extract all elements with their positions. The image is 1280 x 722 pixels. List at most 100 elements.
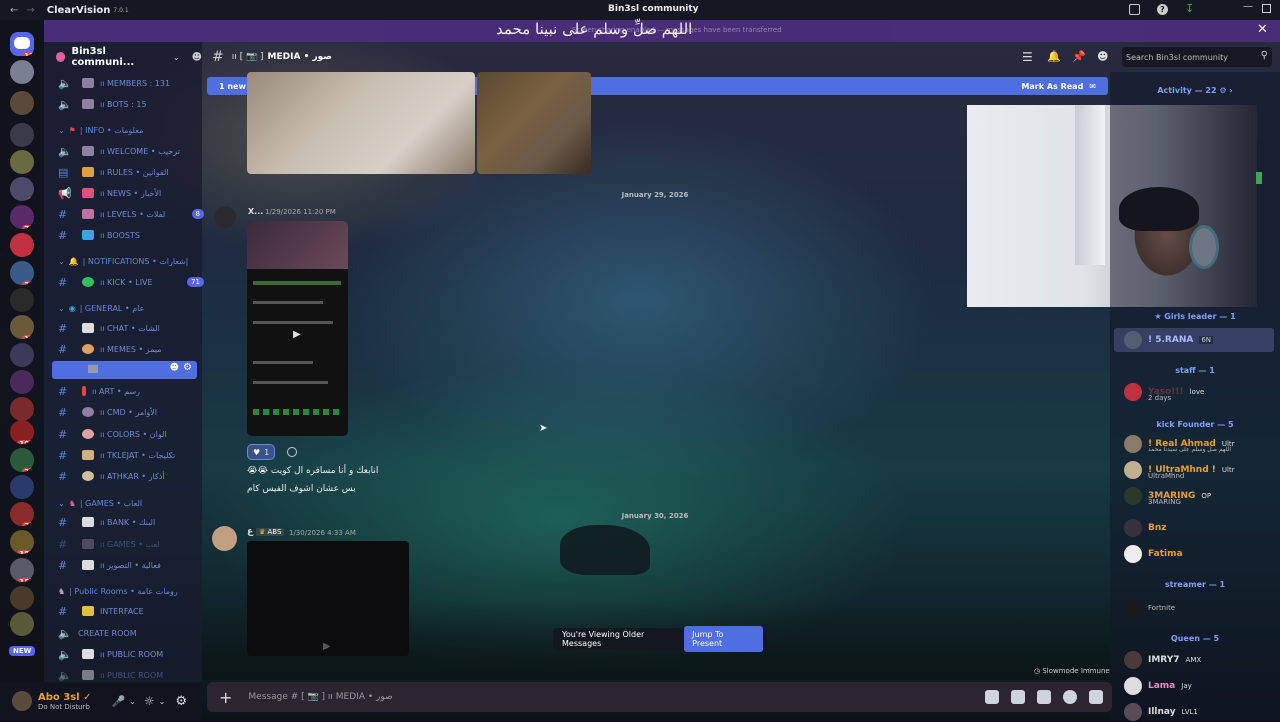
- server-icon[interactable]: 100: [10, 420, 34, 444]
- bell-icon[interactable]: 🔔: [1047, 50, 1061, 63]
- server-rail: 12 5 6 79 2 34 17 100 27 28 183 158 NEW: [0, 20, 44, 720]
- hash-icon: #: [58, 342, 68, 356]
- inbox-icon[interactable]: [1129, 4, 1140, 15]
- emoji-icon[interactable]: [1063, 690, 1078, 704]
- message-avatar[interactable]: [212, 526, 237, 551]
- message-input[interactable]: Message # [ 📷 ] ıı MEDIA • صور: [248, 692, 828, 702]
- mouse-cursor: ➤: [539, 423, 548, 434]
- reaction-heart[interactable]: ♥ 1: [247, 444, 276, 460]
- help-icon[interactable]: ?: [1157, 4, 1168, 15]
- gif-icon[interactable]: [1011, 690, 1026, 704]
- server-icon[interactable]: [10, 91, 34, 115]
- jump-to-present-button[interactable]: Jump To Present: [684, 626, 763, 652]
- microphone-icon[interactable]: 🎤: [111, 695, 125, 708]
- gift-icon[interactable]: [985, 690, 1000, 704]
- channel-label: ıı KICK • LIVE: [100, 277, 153, 287]
- server-icon[interactable]: 17: [10, 315, 34, 339]
- server-icon[interactable]: [10, 612, 34, 636]
- channel-label: ıı RULES • القوانين: [100, 167, 169, 177]
- add-member-icon[interactable]: ☻: [192, 52, 202, 63]
- server-icon[interactable]: 158: [10, 558, 34, 582]
- speaker-icon: 🔈: [58, 144, 72, 158]
- server-icon[interactable]: 27: [10, 448, 34, 472]
- mark-as-read-button[interactable]: Mark As Read ✉: [1021, 82, 1096, 91]
- attachment-video[interactable]: ▶: [247, 541, 409, 656]
- add-reaction-icon[interactable]: [287, 447, 297, 457]
- member-row[interactable]: IMRY7 AMX: [1124, 650, 1201, 670]
- gear-icon[interactable]: ⚙: [1219, 86, 1226, 95]
- search-input[interactable]: Search Bin3sl community ⚲: [1122, 47, 1272, 67]
- date-divider: January 30, 2026: [242, 507, 1068, 521]
- add-member-icon[interactable]: ☻: [170, 363, 179, 373]
- headphones-icon[interactable]: ☼: [144, 694, 155, 708]
- member-row[interactable]: Lama Jay: [1124, 676, 1192, 696]
- server-icon[interactable]: 183: [10, 530, 34, 554]
- channel-label: ıı PUBLIC ROOM: [100, 670, 164, 680]
- back-icon[interactable]: ←: [10, 5, 18, 16]
- sparkle-icon: [82, 606, 94, 616]
- member-row[interactable]: Bnz: [1124, 518, 1167, 538]
- category-public-rooms[interactable]: ♞ | Public Rooms • رومات عامة: [58, 587, 178, 596]
- server-icon[interactable]: [10, 475, 34, 499]
- apps-icon[interactable]: [1089, 690, 1104, 704]
- server-icon[interactable]: [10, 123, 34, 147]
- maximize-icon[interactable]: [1262, 4, 1271, 13]
- message-author[interactable]: X...: [248, 207, 263, 216]
- hash-icon: #: [58, 384, 68, 398]
- add-attachment-icon[interactable]: +: [219, 688, 232, 707]
- server-icon[interactable]: [10, 288, 34, 312]
- message-text: بس عشان اشوف الفيس كام: [247, 484, 356, 494]
- minimize-icon[interactable]: —: [1243, 1, 1253, 12]
- channel-emoji-icon: [82, 323, 94, 333]
- hash-icon: #: [58, 558, 68, 572]
- new-badge[interactable]: NEW: [9, 646, 36, 656]
- server-icon[interactable]: [10, 60, 34, 84]
- chevron-down-icon[interactable]: ⌄: [159, 697, 166, 706]
- member-row[interactable]: ! 5.RANA 6N: [1124, 330, 1214, 350]
- server-icon[interactable]: 28: [10, 502, 34, 526]
- category-general[interactable]: ⌄ ◉ | GENERAL • عام: [58, 304, 144, 313]
- server-icon[interactable]: 34: [10, 261, 34, 285]
- category-notifications[interactable]: ⌄ 🔔 | NOTIFICATIONS • إشعارات: [58, 257, 188, 266]
- server-icon[interactable]: [10, 343, 34, 367]
- message-avatar[interactable]: [214, 206, 236, 228]
- member-row[interactable]: Fatima: [1124, 544, 1183, 564]
- chevron-down-icon[interactable]: ⌄: [129, 697, 136, 706]
- channel-media-active[interactable]: ☻ ⚙: [52, 361, 197, 379]
- settings-gear-icon[interactable]: ⚙: [175, 694, 187, 709]
- threads-icon[interactable]: ☰: [1022, 50, 1033, 64]
- category-games[interactable]: ⌄ ♞ | GAMES • العاب: [58, 499, 142, 508]
- close-banner-icon[interactable]: ✕: [1257, 22, 1268, 37]
- server-icon[interactable]: 79: [10, 205, 34, 229]
- sticker-icon[interactable]: [1037, 690, 1052, 704]
- forward-icon[interactable]: →: [26, 5, 34, 16]
- activity-header[interactable]: Activity — 22 ⚙ ›: [1110, 86, 1280, 95]
- date-divider: January 29, 2026: [242, 186, 1068, 200]
- channel-emoji-icon: [82, 539, 94, 549]
- server-icon[interactable]: 2: [10, 233, 34, 257]
- pin-icon[interactable]: 📌: [1072, 50, 1086, 63]
- server-icon[interactable]: 5: [10, 150, 34, 174]
- speaker-icon: 🔈: [58, 668, 72, 682]
- server-icon[interactable]: [10, 370, 34, 394]
- play-icon[interactable]: ▶: [323, 641, 331, 652]
- attachment-image[interactable]: [477, 72, 591, 174]
- attachment-image[interactable]: [247, 72, 475, 174]
- member-row[interactable]: Illnay LVL1: [1124, 702, 1198, 722]
- members-list-icon[interactable]: ☻: [1097, 50, 1108, 63]
- server-icon[interactable]: [10, 397, 34, 421]
- category-info[interactable]: ⌄ ⚑ | INFO • معلومات: [58, 126, 143, 135]
- gear-icon[interactable]: ⚙: [183, 362, 192, 373]
- server-icon[interactable]: [10, 586, 34, 610]
- avatar: [1124, 487, 1142, 505]
- member-row[interactable]: Fortnite: [1124, 598, 1175, 618]
- home-icon[interactable]: 12: [10, 32, 34, 56]
- avatar[interactable]: [12, 691, 32, 711]
- server-header[interactable]: Bin3sl communi... ⌄ ☻: [44, 42, 202, 72]
- role-header: staff — 1: [1175, 366, 1215, 375]
- download-icon[interactable]: ↧: [1185, 2, 1194, 15]
- server-icon[interactable]: 6: [10, 177, 34, 201]
- message-author[interactable]: ع: [247, 527, 253, 537]
- channel-label: ıı فعالية • التصوير: [100, 560, 161, 570]
- attachment-phone-screenshot[interactable]: ▶: [247, 221, 348, 436]
